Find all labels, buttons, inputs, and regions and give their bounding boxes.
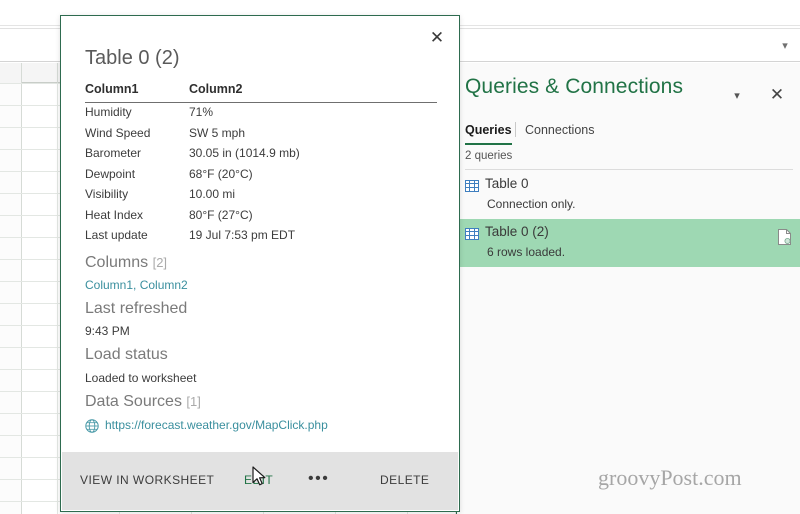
queries-pane-title: Queries & Connections — [465, 75, 684, 98]
last-refreshed-title: Last refreshed — [85, 300, 188, 317]
list-item-status: 6 rows loaded. — [487, 245, 566, 259]
query-peek-card: ✕ Table 0 (2) Column1 Column2 Humidity 7… — [60, 15, 460, 512]
data-sources-title: Data Sources [1] — [85, 393, 201, 410]
cell-value: 71% — [189, 105, 214, 119]
cell-key: Dewpoint — [85, 166, 136, 181]
select-all-corner[interactable] — [0, 63, 22, 83]
data-preview-table: Column1 Column2 Humidity 71% Wind Speed … — [85, 82, 437, 247]
column-header-1: Column1 — [85, 82, 139, 96]
query-count-divider — [465, 169, 793, 170]
cell-key: Heat Index — [85, 207, 144, 222]
query-list: Table 0 Connection only. Table 0 (2) 6 r… — [446, 171, 800, 267]
cell-key: Visibility — [85, 187, 129, 201]
table-header-row: Column1 Column2 — [85, 82, 437, 103]
table-row: Dewpoint 68°F (20°C) — [85, 165, 437, 186]
queries-pane-header: Queries & Connections ▾ ✕ — [457, 63, 800, 115]
last-refreshed-value: 9:43 PM — [85, 324, 130, 338]
cell-key: Wind Speed — [85, 125, 151, 140]
chevron-down-icon[interactable]: ▾ — [729, 89, 745, 103]
chevron-down-icon[interactable]: ▾ — [778, 39, 792, 53]
column-header-2: Column2 — [189, 82, 243, 96]
more-options-button[interactable]: ••• — [308, 466, 329, 494]
load-status-title: Load status — [85, 346, 168, 363]
columns-section-title: Columns [2] — [85, 254, 168, 271]
table-row: Last update 19 Jul 7:53 pm EDT — [85, 226, 437, 247]
worksheet-icon[interactable] — [778, 229, 791, 245]
table-icon — [465, 227, 479, 240]
close-icon[interactable]: ✕ — [767, 85, 787, 105]
tab-divider — [515, 122, 516, 137]
cell-value: 80°F (27°C) — [189, 207, 253, 222]
column-header-cell[interactable] — [22, 63, 58, 83]
row-headers — [0, 83, 22, 514]
cell-key: Barometer — [85, 146, 142, 160]
cell-value: SW 5 mph — [189, 125, 246, 140]
peek-title: Table 0 (2) — [85, 47, 180, 69]
globe-icon — [85, 419, 99, 433]
table-row: Visibility 10.00 mi — [85, 185, 437, 206]
table-row: Humidity 71% — [85, 103, 437, 124]
table-icon — [465, 179, 479, 192]
cell-key: Last update — [85, 228, 148, 242]
data-source-row[interactable]: https://forecast.weather.gov/MapClick.ph… — [85, 418, 425, 436]
close-icon[interactable]: ✕ — [427, 28, 447, 48]
table-row: Wind Speed SW 5 mph — [85, 124, 437, 145]
cell-key: Humidity — [85, 105, 132, 119]
query-count-label: 2 queries — [465, 150, 513, 162]
view-in-worksheet-button[interactable]: VIEW IN WORKSHEET — [80, 466, 214, 494]
list-item[interactable]: Table 0 (2) 6 rows loaded. — [446, 219, 800, 267]
list-item[interactable]: Table 0 Connection only. — [457, 171, 800, 219]
queries-and-connections-pane: Queries & Connections ▾ ✕ Queries Connec… — [446, 63, 800, 514]
cell-value: 19 Jul 7:53 pm EDT — [189, 228, 296, 242]
table-row: Heat Index 80°F (27°C) — [85, 206, 437, 227]
table-row: Barometer 30.05 in (1014.9 mb) — [85, 144, 437, 165]
excel-window: ▾ Queries & Connections ▾ ✕ Queries Conn… — [0, 0, 800, 514]
tab-queries[interactable]: Queries — [465, 121, 512, 147]
queries-pane-tabs: Queries Connections — [457, 121, 800, 147]
load-status-value: Loaded to worksheet — [85, 371, 197, 385]
tab-connections[interactable]: Connections — [525, 121, 595, 147]
watermark: groovyPost.com — [598, 465, 742, 490]
list-item-name: Table 0 (2) — [485, 224, 549, 239]
cell-value: 30.05 in (1014.9 mb) — [189, 146, 300, 160]
list-item-status: Connection only. — [487, 197, 576, 211]
cell-value: 68°F (20°C) — [189, 166, 253, 181]
data-source-url[interactable]: https://forecast.weather.gov/MapClick.ph… — [105, 418, 328, 432]
mouse-cursor — [252, 466, 268, 488]
list-item-name: Table 0 — [485, 176, 529, 191]
columns-section-value[interactable]: Column1, Column2 — [85, 278, 188, 292]
cell-value: 10.00 mi — [189, 187, 236, 201]
delete-button[interactable]: DELETE — [380, 466, 429, 494]
